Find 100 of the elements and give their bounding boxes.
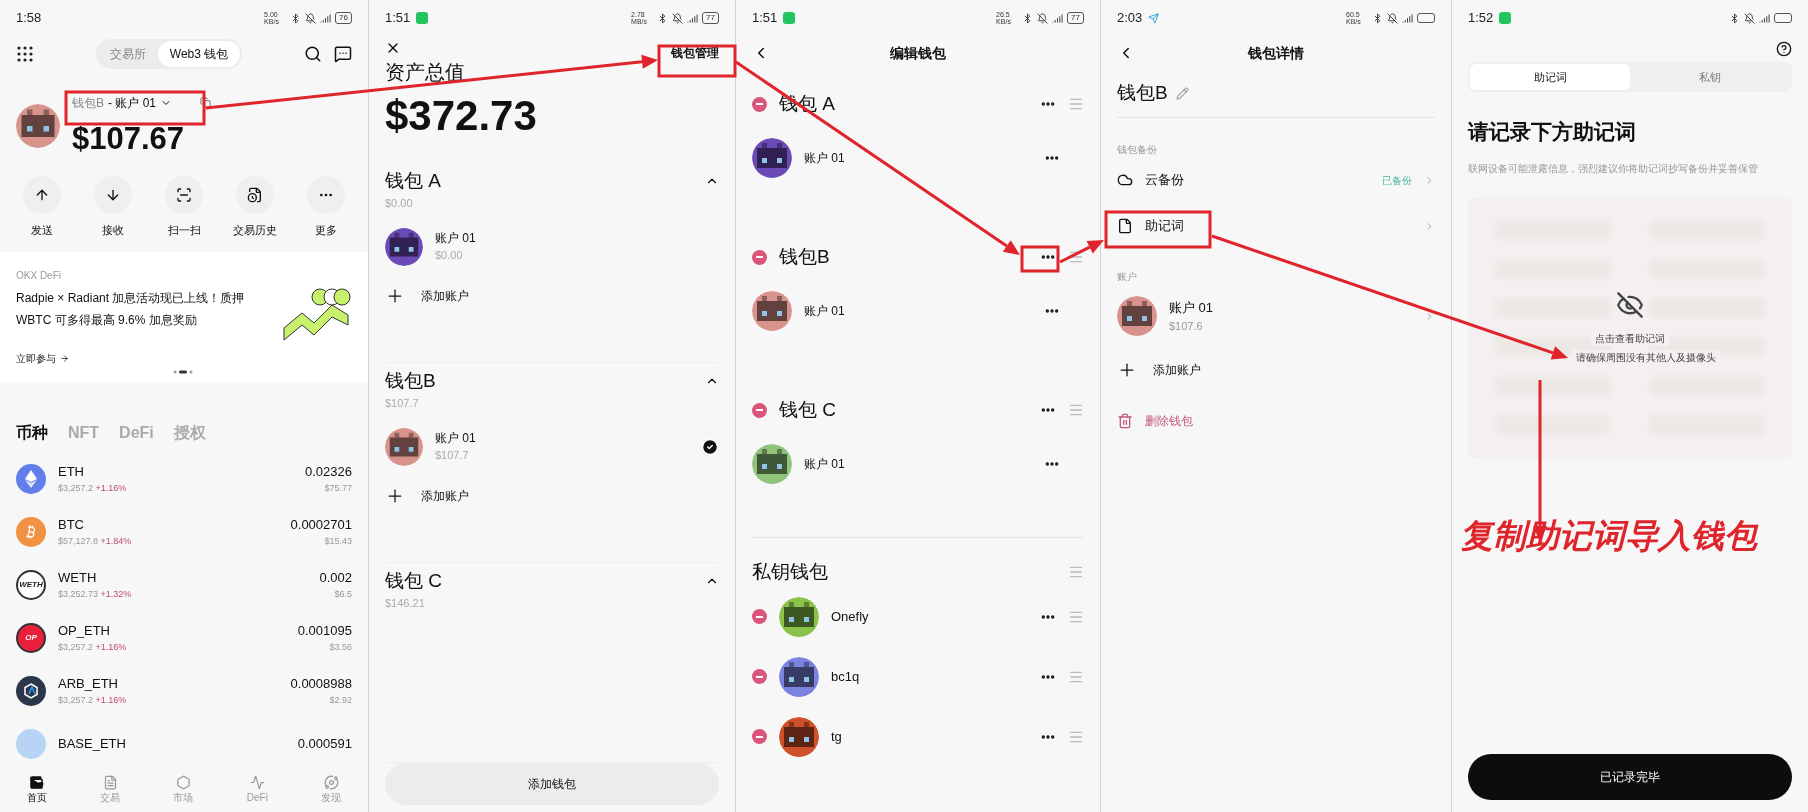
signal-icon (320, 12, 332, 24)
defi-icon (249, 775, 265, 790)
message-icon[interactable] (334, 45, 352, 63)
signal-icon (1759, 12, 1770, 24)
wallet-name: 钱包 C (779, 397, 837, 422)
action-button[interactable]: 接收 (83, 176, 143, 252)
wallet-name: 钱包 C (385, 568, 442, 593)
send-icon (1148, 12, 1160, 24)
copy-icon[interactable] (200, 97, 212, 109)
signal-icon (687, 12, 699, 24)
send-icon (34, 187, 50, 203)
token-row[interactable]: ARB_ETH $3,257.2 +1.16% 0.0008988 $2.92 (16, 664, 352, 717)
app-icon (1499, 12, 1512, 24)
token-row[interactable]: WETH WETH $3,252.73 +1.32% 0.002 $6.5 (16, 558, 352, 611)
wallet-name: 钱包 A (385, 168, 441, 193)
remove-icon[interactable] (752, 249, 767, 265)
warning-text: 联网设备可能泄露信息，强烈建议你将助记词抄写备份并妥善保管 (1468, 161, 1759, 176)
balance: $107.67 (72, 119, 186, 158)
wallet-amount: $0.00 (385, 196, 414, 211)
backup-row[interactable]: 云备份 已备份 (1117, 157, 1435, 203)
delete-wallet-button[interactable]: 删除钱包 (1117, 412, 1435, 430)
carousel-dots-icon (173, 370, 195, 374)
wallet-name: 钱包B (779, 244, 831, 269)
help-icon[interactable] (1776, 41, 1792, 57)
battery-level: 77 (1067, 12, 1084, 24)
mute-icon (305, 12, 317, 24)
reveal-hint: 请确保周围没有其他人及摄像头 (1572, 349, 1720, 365)
token-logo: WETH (16, 569, 46, 600)
wallet-manage-button[interactable]: 钱包管理 (671, 44, 719, 62)
drag-handle-icon[interactable] (1068, 402, 1084, 418)
action-button[interactable]: 更多 (296, 176, 356, 252)
trade-icon (102, 775, 118, 790)
remove-icon[interactable] (752, 402, 767, 418)
account-name: 账户 01 (804, 456, 846, 473)
discover-icon (323, 775, 339, 790)
action-button[interactable]: 扫一扫 (154, 176, 214, 252)
receive-icon (105, 187, 121, 203)
account-row[interactable]: 账户 01 $107.6 (1117, 296, 1435, 336)
status-time: 1:51 (385, 9, 411, 28)
signal-icon (1052, 12, 1064, 24)
status-time: 1:58 (16, 9, 42, 28)
remove-icon[interactable] (752, 96, 767, 112)
wallet-name: bc1q (831, 667, 861, 686)
account-row[interactable]: 账户 01 $0.00 (385, 227, 719, 266)
wallet-name: 钱包B (1117, 81, 1168, 106)
battery-level: 77 (702, 12, 719, 24)
join-link[interactable]: 立即参与 (16, 351, 352, 366)
banner-source: OKX DeFi (16, 269, 62, 283)
add-wallet-button[interactable]: 添加钱包 (385, 762, 719, 805)
app-icon (783, 12, 796, 24)
account-name: 账户 01 (804, 150, 846, 167)
done-button[interactable]: 已记录完毕 (1468, 754, 1792, 800)
backup-row[interactable]: 助记词 (1117, 203, 1435, 249)
mode-tab[interactable]: Web3 钱包 (157, 41, 241, 67)
remove-icon[interactable] (752, 609, 767, 624)
mute-icon (1387, 12, 1398, 24)
market-icon (175, 775, 191, 790)
action-button[interactable]: 交易历史 (225, 176, 285, 252)
bluetooth-icon (1729, 12, 1740, 24)
page-title: 钱包详情 (1248, 43, 1304, 63)
battery-icon (1417, 13, 1435, 23)
section-title: 钱包备份 (1117, 143, 1158, 157)
status-time: 2:03 (1117, 9, 1143, 28)
add-account-button[interactable]: 添加账户 (385, 485, 719, 506)
status-time: 1:52 (1468, 9, 1494, 28)
drag-handle-icon[interactable] (1068, 249, 1084, 265)
wallet-name: 钱包B (385, 368, 436, 393)
asset-tab[interactable]: 币种 (16, 421, 48, 445)
token-row[interactable]: ETH $3,257.2 +1.16% 0.02326 $75.77 (16, 452, 352, 505)
add-account-button[interactable]: 添加账户 (385, 285, 719, 306)
search-icon[interactable] (304, 45, 322, 63)
token-row[interactable]: BTC $57,127.8 +1.84% 0.0002701 $15.43 (16, 505, 352, 558)
signal-icon (1402, 12, 1413, 24)
mnemonic-tab[interactable]: 助记词 (1470, 64, 1630, 90)
remove-icon[interactable] (752, 729, 767, 744)
apps-grid-icon[interactable] (16, 45, 34, 63)
wallet-amount: $107.7 (385, 396, 420, 411)
nav-tab[interactable]: 首页 (26, 775, 47, 805)
home-icon (29, 775, 45, 790)
action-button[interactable]: 发送 (12, 176, 72, 252)
mnemonic-tab[interactable]: 私钥 (1630, 64, 1790, 90)
account-switcher[interactable]: 钱包B - 账户 01 (72, 93, 173, 112)
section-title: 账户 (1117, 270, 1138, 284)
hidden-phrase-card[interactable]: 点击查看助记词 请确保周围没有其他人及摄像头 (1468, 196, 1792, 459)
drag-handle-icon[interactable] (1068, 96, 1084, 112)
battery-icon (1774, 13, 1792, 23)
add-account-button[interactable]: 添加账户 (1117, 360, 1435, 380)
remove-icon[interactable] (752, 669, 767, 684)
scan-icon (176, 187, 192, 203)
banner-text: Radpie × Radiant 加息活动现已上线！质押 WBTC 可多得最高 9.6% 加息奖励 (16, 290, 246, 329)
token-row[interactable]: BASE_ETH 0.000591 (16, 717, 352, 768)
page-title: 编辑钱包 (890, 43, 946, 63)
token-row[interactable]: OP OP_ETH $3,257.2 +1.16% 0.001095 $3.56 (16, 611, 352, 664)
battery-level: 76 (335, 12, 352, 24)
mute-icon (672, 12, 684, 24)
highlight-box (1020, 245, 1060, 273)
mute-icon (1744, 12, 1755, 24)
account-row[interactable]: 账户 01 $107.7 (385, 427, 719, 466)
account-name: 账户 01 (804, 303, 846, 320)
heading: 请记录下方助记词 (1468, 119, 1637, 145)
